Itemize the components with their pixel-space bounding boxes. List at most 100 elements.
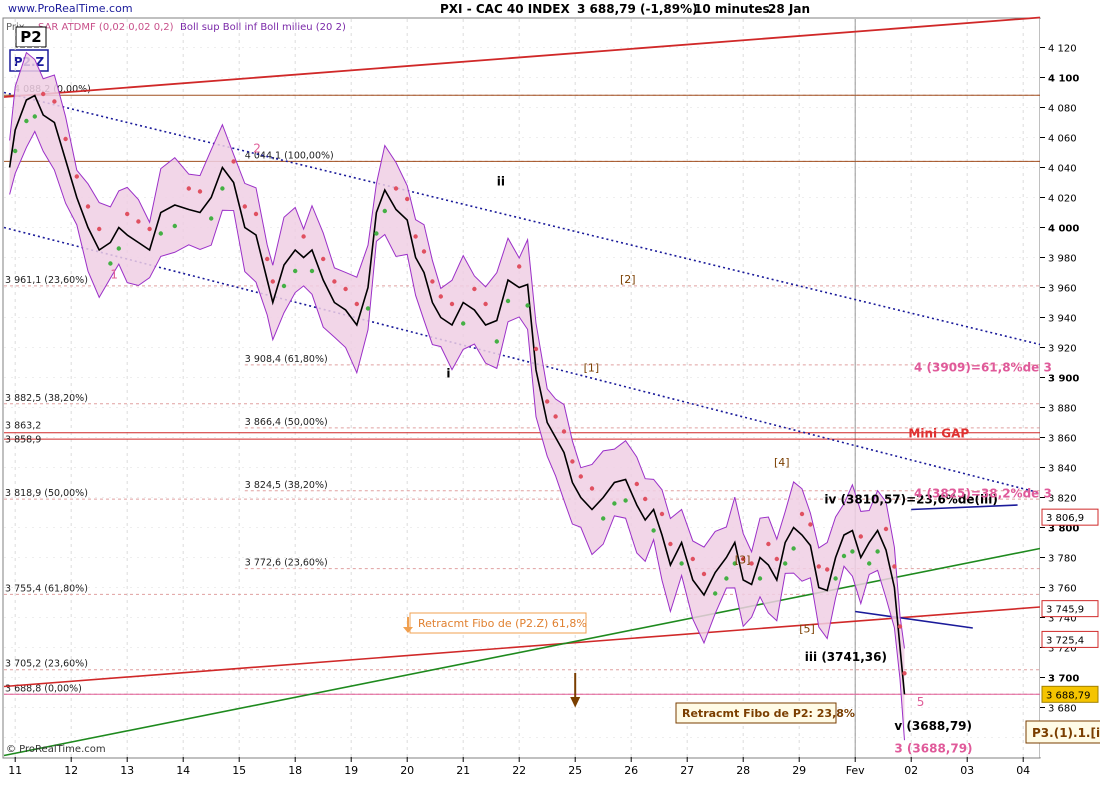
sar-dot (343, 286, 348, 292)
y-tick-label: 3 940 (1048, 314, 1077, 325)
sar-dot (332, 279, 337, 284)
sar-dot (108, 261, 113, 266)
y-tick-label: 3 680 (1048, 704, 1077, 715)
bollinger-legend: Boll sup Boll inf Boll milieu (20 2) (180, 22, 346, 33)
wave-ii-label: ii (497, 175, 505, 189)
y-tick-label: 3 840 (1048, 464, 1077, 475)
sar-dot (808, 522, 813, 527)
wave-b1-label: [1] (584, 362, 600, 375)
sar-dot (701, 571, 707, 577)
price-tag-label: 3 688,79 (1046, 690, 1091, 701)
fib-label: 3 705,2 (23,60%) (5, 659, 88, 670)
y-tick-label: 3 900 (1048, 374, 1079, 385)
fib-label: 3 824,5 (38,20%) (245, 480, 328, 491)
x-tick-label: 26 (624, 764, 638, 777)
y-tick-label: 3 880 (1048, 404, 1077, 415)
site-name: www.ProRealTime.com (8, 2, 133, 15)
sar-dot (354, 301, 359, 307)
sar-dot (220, 186, 225, 191)
sar-dot (301, 234, 306, 239)
sar-dot (430, 279, 435, 284)
sar-dot (757, 576, 763, 581)
sar-dot (643, 496, 648, 502)
sar-legend: SAR ATDMF (0,02 0,02 0,2) (38, 22, 174, 33)
footer-copyright: © ProRealTime.com (6, 744, 106, 755)
sar-dot (833, 576, 838, 581)
x-tick-label: 28 (736, 764, 750, 777)
x-tick-label: 11 (8, 764, 22, 777)
sar-dot (125, 211, 130, 217)
x-tick-label: 25 (568, 764, 582, 777)
chart-price: 3 688,79 (-1,89%) (577, 2, 698, 16)
sar-dot (321, 256, 326, 262)
fib-label: 3 961,1 (23,60%) (5, 275, 88, 286)
y-tick-label: 3 920 (1048, 344, 1077, 355)
wave-1-label: 1 (110, 268, 118, 282)
sar-dot (850, 549, 855, 554)
sar-dot (52, 99, 57, 104)
sar-dot (32, 114, 37, 119)
sar-dot (393, 186, 399, 191)
sar-dot (724, 576, 729, 581)
sar-dot (679, 561, 684, 566)
chart-date: 28 Jan (768, 2, 810, 16)
y-tick-label: 3 780 (1048, 554, 1077, 565)
sar-dot (651, 528, 656, 533)
sar-dot (116, 246, 122, 251)
sar-dot (517, 264, 522, 269)
x-tick-label: 22 (512, 764, 526, 777)
sar-dot (136, 219, 141, 224)
x-tick-label: 29 (792, 764, 806, 777)
fib-label: 3 772,6 (23,60%) (245, 558, 328, 569)
chart-svg: www.ProRealTime.com PXI - CAC 40 INDEX 3… (2, 2, 1100, 777)
y-tick-label: 3 960 (1048, 284, 1077, 295)
sar-dot (413, 234, 418, 239)
y-tick-label: 4 020 (1048, 194, 1077, 205)
mini-gap-label: Mini GAP (908, 427, 969, 441)
wave-b3-label: [3] (735, 554, 751, 567)
sar-dot (799, 511, 805, 517)
chart-title: PXI - CAC 40 INDEX (440, 2, 570, 16)
x-axis: 11 12 13 14 15 18 19 20 21 22 25 26 27 28 29 Fev 02 03 04 (8, 757, 1030, 777)
fib-label: 3 908,4 (61,80%) (245, 354, 328, 365)
y-tick-label: 4 100 (1048, 74, 1079, 85)
sar-dot (242, 204, 247, 209)
sar-dot (525, 303, 530, 308)
y-tick-label: 3 760 (1048, 584, 1077, 595)
wave-5-label: 5 (917, 695, 925, 709)
x-tick-label: 04 (1016, 764, 1030, 777)
sar-dot (601, 516, 606, 521)
sar-dot (265, 256, 270, 262)
y-tick-label: 3 820 (1048, 494, 1077, 505)
y-tick-label: 4 080 (1048, 104, 1077, 115)
y-tick-label: 4 040 (1048, 164, 1077, 175)
sar-dot (209, 216, 214, 221)
fib-label: 3 755,4 (61,80%) (5, 583, 88, 594)
x-tick-label: 13 (120, 764, 134, 777)
sar-dot (578, 474, 583, 479)
x-tick-label: 12 (64, 764, 78, 777)
wave-i-label: i (446, 367, 450, 381)
sar-dot (494, 339, 499, 344)
retr-p2z-label: Retracmt Fibo de (P2.Z) 61,8% (418, 617, 587, 630)
sar-dot (231, 159, 236, 164)
wave-b2-label: [2] (620, 273, 636, 286)
wave-v-label: v (3688,79) (894, 719, 972, 733)
sar-dot (505, 298, 511, 304)
sar-dot (841, 553, 847, 559)
fib-label: 3 866,4 (50,00%) (245, 417, 328, 428)
p2-badge-label: P2 (20, 28, 41, 46)
sar-dot (713, 591, 718, 596)
x-tick-label: 03 (960, 764, 974, 777)
sar-dot (405, 196, 410, 202)
gap-label-top: 3 863,2 (5, 421, 41, 432)
x-tick-label: 20 (400, 764, 414, 777)
wave-2-label: 2 (253, 142, 261, 156)
x-tick-label: 18 (288, 764, 302, 777)
sar-dot (483, 301, 488, 307)
sar-dot (533, 346, 539, 352)
x-tick-label: Fev (846, 764, 865, 777)
sar-dot (472, 286, 477, 292)
y-tick-label: 4 060 (1048, 134, 1077, 145)
sar-dot (659, 511, 665, 517)
